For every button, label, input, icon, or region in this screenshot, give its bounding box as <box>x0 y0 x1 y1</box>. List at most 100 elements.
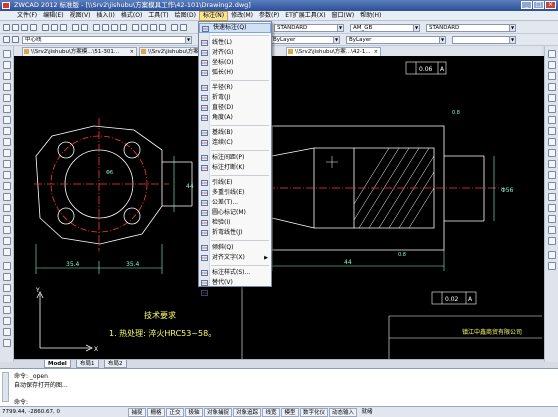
trim-icon[interactable] <box>548 160 556 168</box>
table-style-select[interactable]: STANDARD ▼ <box>426 24 516 32</box>
doc-tab-1[interactable]: \\Srv2\jishubu\方案模...\51-301... × <box>22 47 137 56</box>
lengthen-icon[interactable] <box>548 149 556 157</box>
new-icon[interactable] <box>3 24 10 31</box>
grid-toggle[interactable]: 栅格 <box>147 408 165 417</box>
coordinate-readout[interactable]: 7799.44, -2860.67, 0 <box>2 408 60 417</box>
close-button[interactable]: × <box>545 1 556 9</box>
dim-angle-tool-icon[interactable] <box>3 306 11 314</box>
dim-menu-item-dim-space[interactable]: 标注间距(P) <box>199 153 271 163</box>
dim-menu-item-ordinate-dimension[interactable]: 坐标(O) <box>199 58 271 68</box>
erase-icon[interactable] <box>548 50 556 58</box>
arc-icon[interactable] <box>3 105 11 113</box>
menu-parameter[interactable]: 参数(P) <box>256 11 282 21</box>
osnap-toggle[interactable]: 对象捕捉 <box>204 408 232 417</box>
extend-icon[interactable] <box>548 171 556 179</box>
stretch-icon[interactable] <box>548 138 556 146</box>
menu-file[interactable]: 文件(F) <box>14 11 40 21</box>
move-icon[interactable] <box>548 105 556 113</box>
close-tab-icon[interactable]: × <box>374 48 378 56</box>
break-point-icon[interactable] <box>548 182 556 190</box>
rotate-icon[interactable] <box>548 116 556 124</box>
color-select[interactable]: ByLayer ▼ <box>270 36 340 44</box>
dim-radius-tool-icon[interactable] <box>3 284 11 292</box>
explode-icon[interactable] <box>548 237 556 245</box>
command-window-grip[interactable] <box>2 372 9 402</box>
dim-aligned-tool-icon[interactable] <box>3 273 11 281</box>
chamfer-icon[interactable] <box>548 215 556 223</box>
dim-menu-item-jogged[interactable]: 折弯(J) <box>199 93 271 103</box>
drawing-canvas[interactable]: 35.4 35.4 44 Φ6 Φ56 44 0.8 0.8 0.06 A 0.… <box>14 56 544 359</box>
otrack-toggle[interactable]: 对象追踪 <box>233 408 261 417</box>
dim-menu-item-inspect[interactable]: 检验(I) <box>199 218 271 228</box>
fillet-icon[interactable] <box>548 226 556 234</box>
dim-menu-item-angle[interactable]: 角度(A) <box>199 113 271 123</box>
gradient-icon[interactable] <box>3 215 11 223</box>
open-icon[interactable] <box>12 24 19 31</box>
mirror-icon[interactable] <box>548 72 556 80</box>
help-icon[interactable] <box>171 24 178 31</box>
model-toggle[interactable]: 模型 <box>281 408 299 417</box>
layer-manager-icon[interactable] <box>3 36 10 43</box>
redo-icon[interactable] <box>81 24 88 31</box>
point-icon[interactable] <box>3 193 11 201</box>
print-icon[interactable] <box>30 24 37 31</box>
dim-menu-item-linear-dimension[interactable]: 线性(L) <box>199 38 271 48</box>
dim-linear-tool-icon[interactable] <box>3 262 11 270</box>
spline-icon[interactable] <box>3 138 11 146</box>
ortho-toggle[interactable]: 正交 <box>166 408 184 417</box>
table-icon[interactable] <box>3 237 11 245</box>
dim-menu-item-jogged-linear[interactable]: 折弯线性(J) <box>199 228 271 238</box>
menu-express-tools[interactable]: ET扩展工具(X) <box>282 11 328 21</box>
pan-icon[interactable] <box>93 24 100 31</box>
polygon-icon[interactable] <box>3 83 11 91</box>
dim-menu-item-arc-length[interactable]: 弧长(H) <box>199 68 271 78</box>
menu-modify[interactable]: 修改(M) <box>228 11 256 21</box>
dim-style-select[interactable]: AM_GB ▼ <box>350 24 420 32</box>
command-window[interactable]: 命令: _open 自动保存打开的图... 命令: <box>0 368 558 406</box>
break-icon[interactable] <box>548 193 556 201</box>
dim-menu-item-update[interactable]: 更新(U) <box>199 288 271 298</box>
revcloud-icon[interactable] <box>3 127 11 135</box>
dim-menu-item-oblique[interactable]: 倾斜(Q) <box>199 243 271 253</box>
polyline-icon[interactable] <box>3 72 11 80</box>
dim-menu-item-aligned-dimension[interactable]: 对齐(G) <box>199 48 271 58</box>
command-prompt[interactable]: 命令: <box>14 397 28 406</box>
tab-layout2[interactable]: 布局2 <box>104 360 127 368</box>
copy-object-icon[interactable] <box>548 61 556 69</box>
save-icon[interactable] <box>21 24 28 31</box>
array-icon[interactable] <box>548 94 556 102</box>
circle-icon[interactable] <box>3 116 11 124</box>
text-edit-icon[interactable] <box>548 251 556 259</box>
measure-icon[interactable] <box>180 24 187 31</box>
menu-format[interactable]: 格式(O) <box>118 11 145 21</box>
snap-toggle[interactable]: 捕捉 <box>128 408 146 417</box>
offset-icon[interactable] <box>548 83 556 91</box>
menu-edit[interactable]: 编辑(E) <box>40 11 66 21</box>
tablet-toggle[interactable]: 数字化仪 <box>300 408 328 417</box>
dim-menu-item-multileader[interactable]: 多重引线(E) <box>199 188 271 198</box>
text-style-select[interactable]: STANDARD ▼ <box>274 24 344 32</box>
make-block-icon[interactable] <box>3 182 11 190</box>
copy-icon[interactable] <box>51 24 58 31</box>
lineweight-select[interactable]: ▼ <box>452 36 516 44</box>
scale-icon[interactable] <box>548 127 556 135</box>
mtext-icon[interactable] <box>3 248 11 256</box>
tool-palette-icon[interactable] <box>150 24 157 31</box>
ellipse-icon[interactable] <box>3 149 11 157</box>
dynamic-input-toggle[interactable]: 动态输入 <box>329 408 357 417</box>
construction-line-icon[interactable] <box>3 61 11 69</box>
menu-view[interactable]: 视图(V) <box>67 11 94 21</box>
doc-tab-3[interactable]: \\Srv2\jishubu\方案...\42-1... × <box>286 47 381 56</box>
menu-tools[interactable]: 工具(T) <box>145 11 171 21</box>
menu-help[interactable]: 帮助(H) <box>357 11 384 21</box>
dim-menu-item-tolerance[interactable]: 公差(T)... <box>199 198 271 208</box>
dim-diameter-tool-icon[interactable] <box>3 295 11 303</box>
paste-icon[interactable] <box>60 24 67 31</box>
design-center-icon[interactable] <box>141 24 148 31</box>
menu-window[interactable]: 窗口(W) <box>329 11 358 21</box>
minimize-button[interactable]: _ <box>521 1 532 9</box>
leader-tool-icon[interactable] <box>3 317 11 325</box>
center-mark-tool-icon[interactable] <box>3 339 11 347</box>
zoom-window-icon[interactable] <box>111 24 118 31</box>
dim-menu-item-radius[interactable]: 半径(R) <box>199 83 271 93</box>
